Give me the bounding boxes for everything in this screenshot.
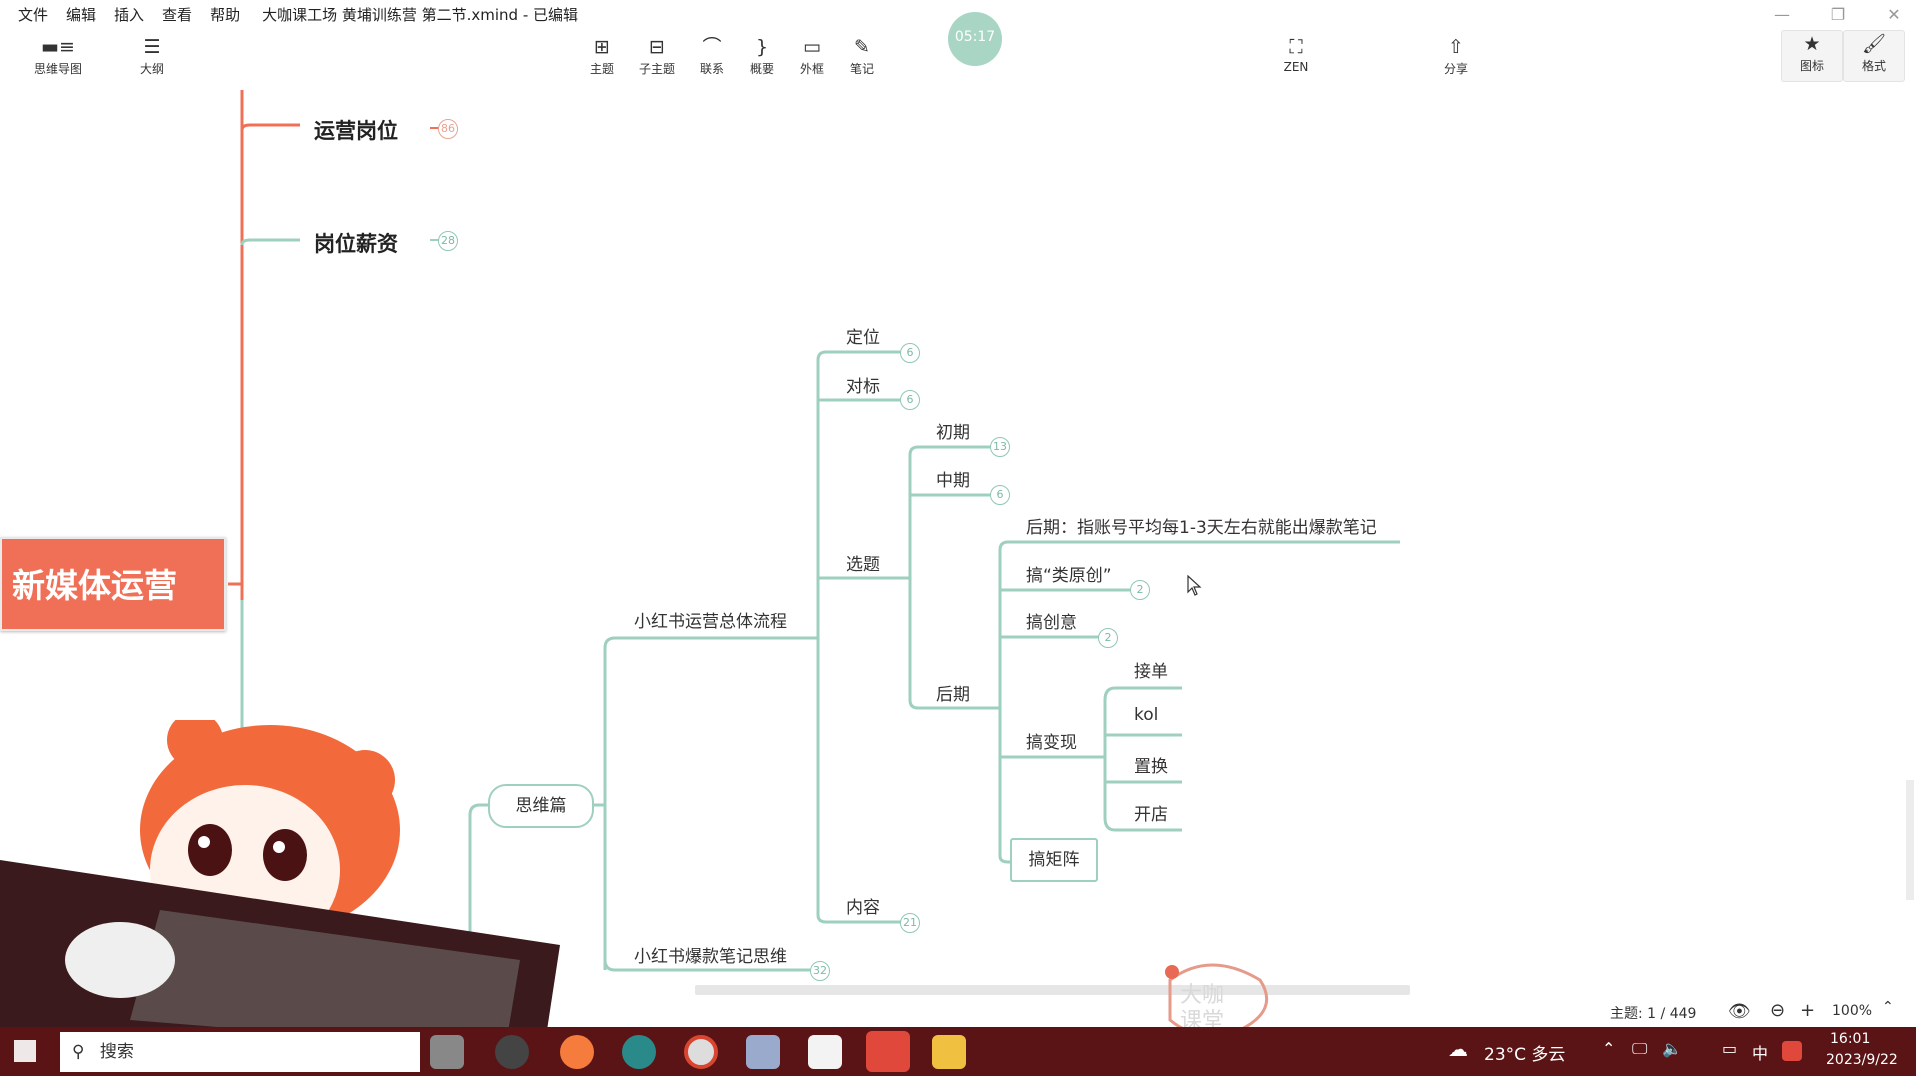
topic-operations-positions[interactable]: 运营岗位 — [314, 115, 398, 145]
menu-view[interactable]: 查看 — [162, 4, 192, 25]
star-icon: ★ — [1803, 33, 1821, 55]
topic-late-stage[interactable]: 后期 — [936, 680, 970, 705]
search-placeholder: 搜索 — [99, 1042, 134, 1062]
topic-monetize-item[interactable]: 开店 — [1134, 800, 1168, 825]
topic-content[interactable]: 内容 — [846, 893, 880, 918]
tray-chevron-icon[interactable]: ⌃ — [1602, 1039, 1615, 1058]
topic-count: 主题: 1 / 449 — [1610, 1006, 1697, 1022]
topic-monetize-item[interactable]: 接单 — [1134, 657, 1168, 682]
topic-middle-stage[interactable]: 中期 — [936, 466, 970, 491]
sogou-ime-icon[interactable] — [1782, 1041, 1802, 1061]
subtopic-icon: ⊟ — [649, 36, 665, 58]
zoom-out-button[interactable]: ⊖ — [1770, 1000, 1785, 1021]
zoom-level[interactable]: 100% — [1832, 1003, 1872, 1019]
weather-text[interactable]: 23°C 多云 — [1484, 1040, 1565, 1065]
file-explorer-icon[interactable] — [932, 1035, 966, 1069]
topic-benchmark[interactable]: 对标 — [846, 372, 880, 397]
topic-positioning[interactable]: 定位 — [846, 323, 880, 348]
mouse-cursor-icon — [1187, 575, 1202, 596]
clock-time[interactable]: 16:01 — [1830, 1031, 1870, 1047]
minimize-icon[interactable]: — — [1760, 0, 1804, 28]
clock-date[interactable]: 2023/9/22 — [1826, 1052, 1898, 1068]
taskbar-app-icon[interactable] — [430, 1035, 464, 1069]
topic-icon: ⊞ — [594, 36, 610, 58]
note-button[interactable]: ✎ 笔记 — [832, 34, 892, 77]
music-app-icon[interactable] — [560, 1035, 594, 1069]
taskbar-app-icon[interactable] — [622, 1035, 656, 1069]
topic-position-salary[interactable]: 岗位薪资 — [314, 228, 398, 258]
vertical-scrollbar[interactable] — [1906, 780, 1914, 900]
start-icon[interactable] — [14, 1040, 36, 1062]
horizontal-scrollbar[interactable] — [695, 985, 1410, 995]
topic-topic-selection[interactable]: 选题 — [846, 550, 880, 575]
volume-icon[interactable]: 🔈 — [1662, 1039, 1682, 1058]
zen-button[interactable]: ⛶ ZEN — [1266, 34, 1326, 74]
menu-edit[interactable]: 编辑 — [66, 4, 96, 25]
collapsed-count-badge[interactable]: 6 — [900, 390, 920, 410]
fullscreen-icon: ⛶ — [1289, 36, 1303, 58]
collapsed-count-badge[interactable]: 28 — [438, 231, 458, 251]
taskbar-app-icon[interactable] — [746, 1035, 780, 1069]
taskbar-app-icon[interactable] — [495, 1035, 529, 1069]
icon-panel-button[interactable]: ★ 图标 — [1781, 30, 1843, 82]
mindmap-icon: ▬≡ — [41, 36, 75, 58]
collapsed-count-badge[interactable]: 2 — [1098, 628, 1118, 648]
share-button[interactable]: ⇧ 分享 — [1426, 34, 1486, 77]
topic-viral-notes[interactable]: 小红书爆款笔记思维 — [634, 942, 787, 967]
weather-icon: ☁ — [1448, 1037, 1468, 1061]
collapsed-count-badge[interactable]: 6 — [990, 485, 1010, 505]
topic-monetize[interactable]: 搞变现 — [1026, 728, 1077, 753]
close-icon[interactable]: ✕ — [1872, 0, 1916, 28]
outline-icon: ☰ — [143, 36, 161, 58]
ime-indicator[interactable]: 中 — [1752, 1040, 1768, 1064]
topic-button[interactable]: ⊞ 主题 — [572, 34, 632, 77]
collapsed-count-badge[interactable]: 6 — [900, 343, 920, 363]
mascot-illustration — [0, 720, 560, 1076]
topic-xhs-process[interactable]: 小红书运营总体流程 — [634, 607, 787, 632]
chrome-icon[interactable] — [684, 1035, 718, 1069]
collapsed-count-badge[interactable]: 32 — [810, 961, 830, 981]
taskbar-search-box[interactable]: ⚲ 搜索 — [60, 1032, 420, 1072]
topic-early-stage[interactable]: 初期 — [936, 418, 970, 443]
xmind-app-icon[interactable] — [866, 1031, 910, 1072]
topic-matrix[interactable]: 搞矩阵 — [1010, 838, 1098, 882]
network-icon[interactable]: 🖵 — [1632, 1039, 1647, 1059]
subtopic-button[interactable]: ⊟ 子主题 — [627, 34, 687, 77]
zoom-stepper-icon[interactable]: ⌃ — [1882, 999, 1894, 1015]
topic-monetize-item[interactable]: kol — [1134, 705, 1158, 725]
topic-creativity[interactable]: 搞创意 — [1026, 608, 1077, 633]
collapsed-count-badge[interactable]: 2 — [1130, 580, 1150, 600]
taskbar-app-icon[interactable] — [808, 1035, 842, 1069]
topic-late-note[interactable]: 后期：指账号平均每1-3天左右就能出爆款笔记 — [1026, 513, 1377, 538]
menu-insert[interactable]: 插入 — [114, 4, 144, 25]
recording-timer: 05:17 — [948, 12, 1002, 66]
eye-icon[interactable]: 👁 — [1728, 1001, 1751, 1022]
brush-icon: 🖌 — [1861, 33, 1887, 55]
search-icon: ⚲ — [72, 1042, 85, 1062]
menu-file[interactable]: 文件 — [18, 4, 48, 25]
collapsed-count-badge[interactable]: 86 — [438, 119, 458, 139]
upload-icon: ⇧ — [1448, 36, 1464, 58]
collapsed-count-badge[interactable]: 21 — [900, 913, 920, 933]
outline-view-button[interactable]: ☰ 大纲 — [122, 34, 182, 77]
battery-icon[interactable]: ▭ — [1722, 1039, 1737, 1058]
topic-monetize-item[interactable]: 置换 — [1134, 752, 1168, 777]
zoom-in-button[interactable]: + — [1800, 1000, 1815, 1021]
topic-quasi-original[interactable]: 搞“类原创” — [1026, 561, 1112, 586]
mindmap-view-button[interactable]: ▬≡ 思维导图 — [28, 34, 88, 77]
format-panel-button[interactable]: 🖌 格式 — [1843, 30, 1905, 82]
restore-icon[interactable]: ❐ — [1816, 0, 1860, 28]
menu-help[interactable]: 帮助 — [210, 4, 240, 25]
svg-text:大咖: 大咖 — [1180, 983, 1224, 1008]
window-title: 大咖课工场 黄埔训练营 第二节.xmind - 已编辑 — [262, 5, 579, 24]
note-icon: ✎ — [854, 36, 870, 58]
collapsed-count-badge[interactable]: 13 — [990, 437, 1010, 457]
central-topic[interactable]: 新媒体运营 — [0, 537, 226, 631]
